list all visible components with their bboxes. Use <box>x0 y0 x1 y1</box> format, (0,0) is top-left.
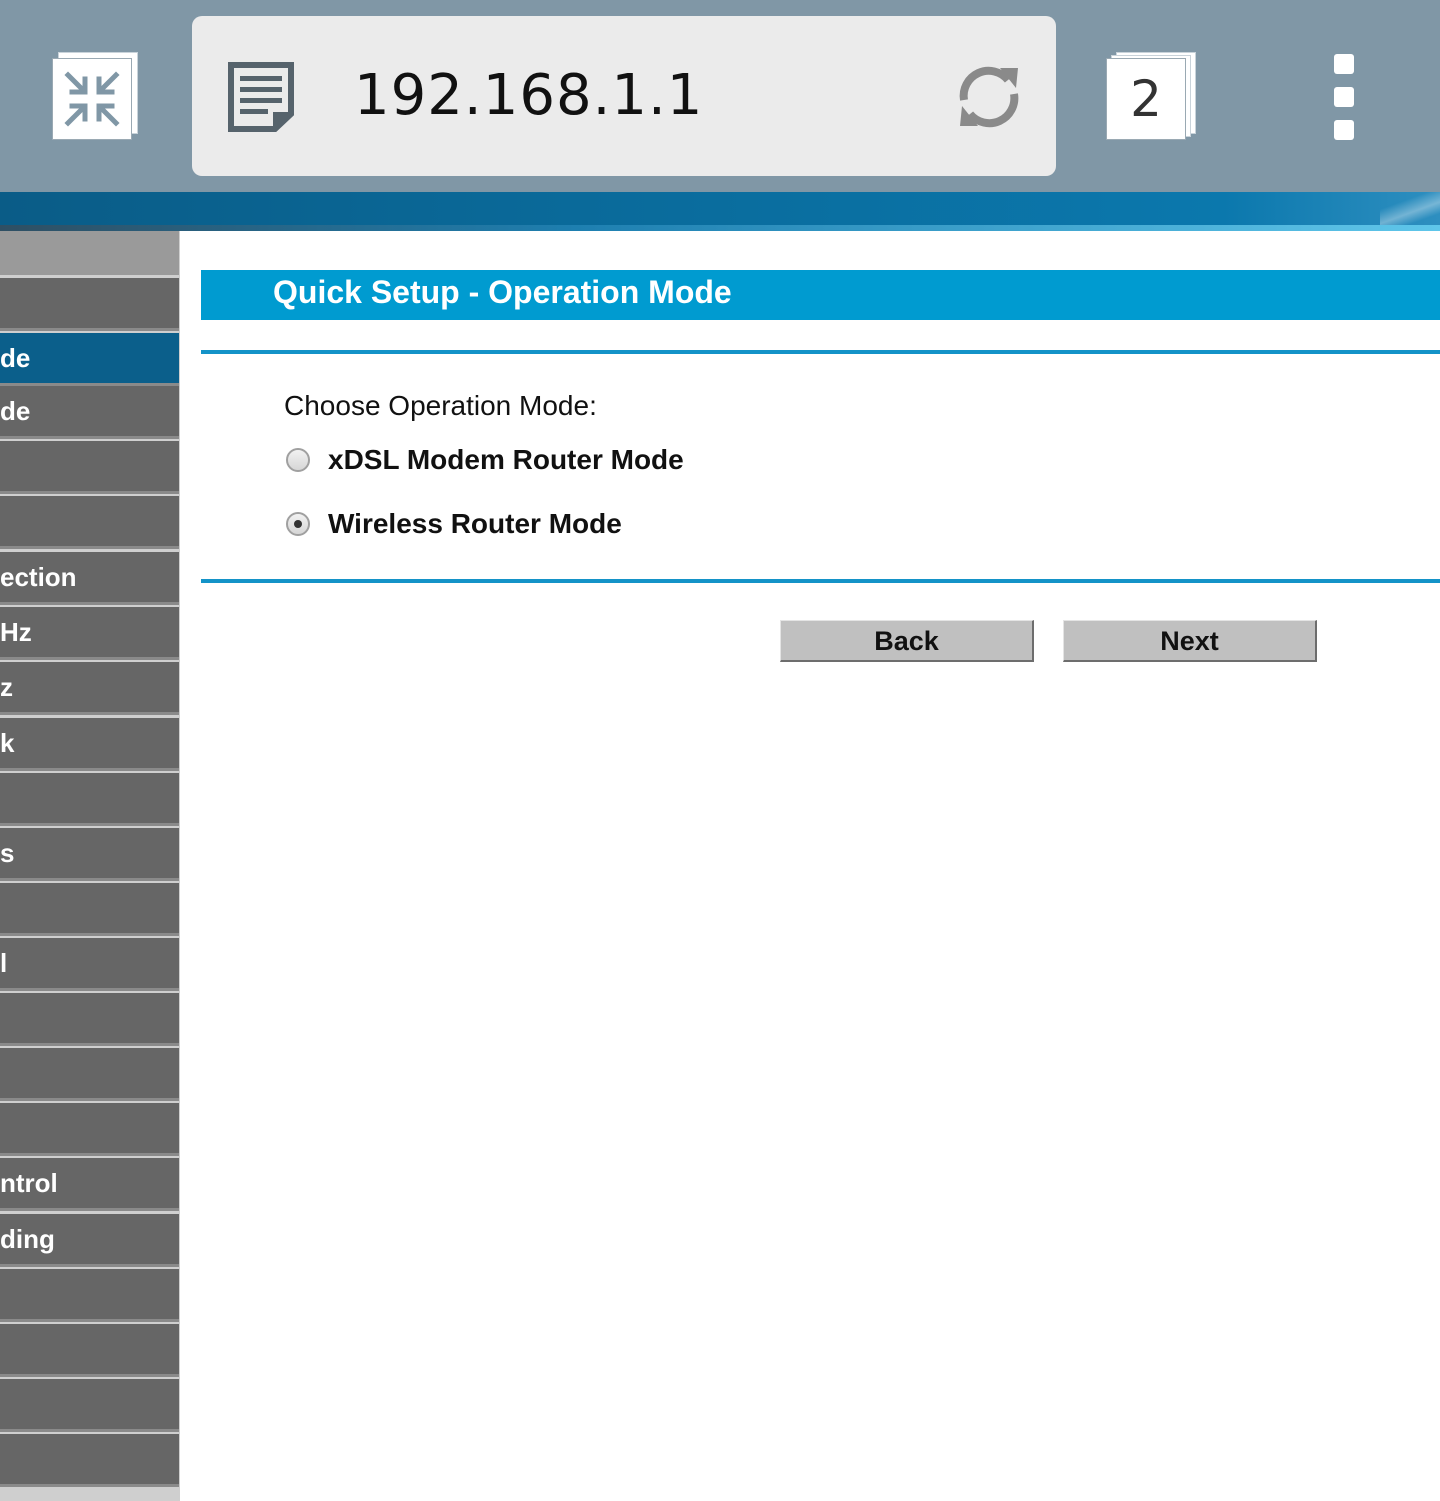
sidebar-item[interactable] <box>0 441 179 491</box>
sidebar-item[interactable] <box>0 1048 179 1098</box>
sidebar-item[interactable] <box>0 231 179 275</box>
sidebar-item-settings[interactable]: s <box>0 828 179 878</box>
next-button[interactable]: Next <box>1063 620 1317 662</box>
radio-button-checked[interactable] <box>286 512 310 536</box>
url-text[interactable]: 192.168.1.1 <box>354 64 703 128</box>
choose-mode-label: Choose Operation Mode: <box>284 390 597 421</box>
sidebar-item[interactable] <box>0 883 179 933</box>
header-divider <box>0 225 1440 231</box>
sidebar-item[interactable] <box>0 1434 179 1484</box>
radio-button[interactable] <box>286 448 310 472</box>
sidebar-menu: de de ection Hz z k s l ntrol ding <box>0 231 180 1501</box>
tab-switcher-button[interactable]: 2 <box>1106 52 1198 142</box>
radio-option-xdsl[interactable]: xDSL Modem Router Mode <box>286 440 684 480</box>
sidebar-item[interactable] <box>0 1379 179 1429</box>
sidebar-item[interactable] <box>0 1324 179 1374</box>
sidebar-item-connection[interactable]: ection <box>0 552 179 602</box>
tab-count: 2 <box>1106 58 1186 140</box>
sidebar-item-access-control[interactable]: ntrol <box>0 1158 179 1208</box>
compress-arrows-icon <box>52 58 132 140</box>
page-title: Quick Setup - Operation Mode <box>273 274 732 310</box>
reload-icon[interactable] <box>952 60 1026 134</box>
router-header-banner <box>0 192 1440 228</box>
sidebar-item-tunnel[interactable]: l <box>0 938 179 988</box>
sidebar-item-network[interactable]: k <box>0 718 179 768</box>
sidebar-item[interactable] <box>0 1103 179 1153</box>
back-button[interactable]: Back <box>780 620 1034 662</box>
sidebar-item-wireless-band-a[interactable]: Hz <box>0 607 179 657</box>
radio-label: xDSL Modem Router Mode <box>328 444 684 475</box>
divider <box>201 579 1440 583</box>
radio-option-wireless[interactable]: Wireless Router Mode <box>286 504 622 544</box>
sidebar-item[interactable] <box>0 773 179 823</box>
divider <box>201 350 1440 354</box>
overflow-menu-icon[interactable] <box>1330 52 1360 140</box>
sidebar-item-wireless-band-b[interactable]: z <box>0 662 179 712</box>
page-icon <box>228 62 294 132</box>
sidebar-item[interactable] <box>0 278 179 328</box>
page-title-bar: Quick Setup - Operation Mode <box>201 270 1440 320</box>
exit-fullscreen-button[interactable] <box>52 52 138 140</box>
sidebar-item-operation-mode[interactable]: de <box>0 386 179 436</box>
browser-toolbar: 192.168.1.1 2 <box>0 0 1440 192</box>
address-bar[interactable]: 192.168.1.1 <box>192 16 1056 176</box>
sidebar-item[interactable] <box>0 993 179 1043</box>
sidebar-item-forwarding[interactable]: ding <box>0 1214 179 1264</box>
radio-label: Wireless Router Mode <box>328 508 622 539</box>
sidebar-item[interactable] <box>0 1269 179 1319</box>
sidebar-item[interactable] <box>0 496 179 546</box>
sidebar-item-quick-setup[interactable]: de <box>0 333 179 383</box>
